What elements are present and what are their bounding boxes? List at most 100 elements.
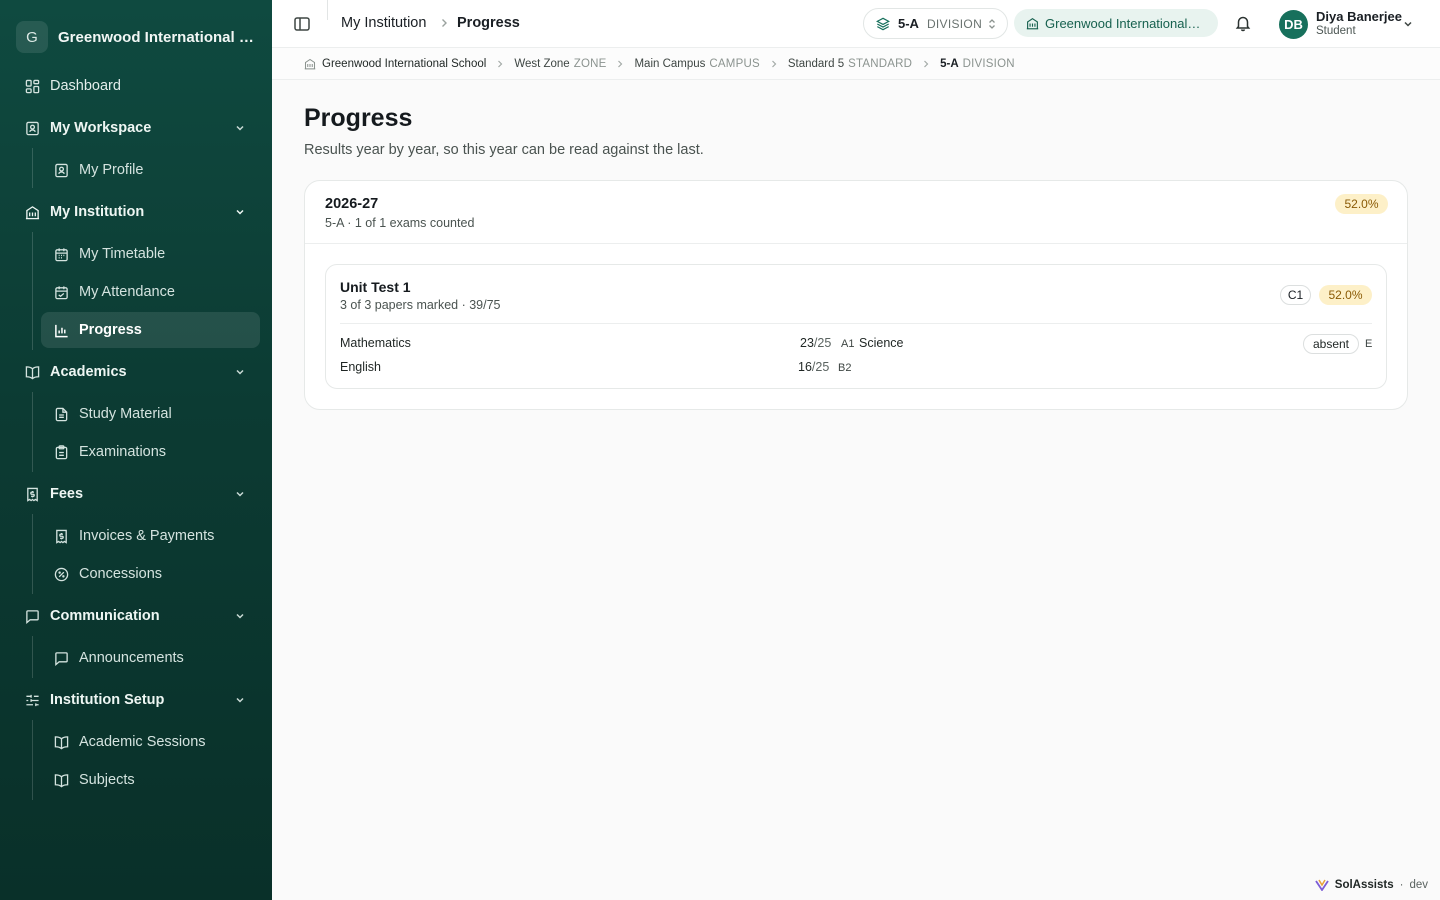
chevron-right-icon bbox=[924, 60, 929, 67]
id-badge-icon bbox=[24, 120, 40, 136]
sidebar-item-invoices-payments[interactable]: Invoices & Payments bbox=[41, 518, 260, 554]
building-icon bbox=[1026, 17, 1039, 29]
subject-grade: A1 bbox=[841, 338, 855, 350]
sidebar-item-label: Study Material bbox=[79, 406, 172, 422]
id-badge-icon bbox=[53, 162, 69, 178]
sidebar-item-my-timetable[interactable]: My Timetable bbox=[41, 236, 260, 272]
sidebar-item-label: Announcements bbox=[79, 650, 184, 666]
context-campus-value: Main Campus bbox=[634, 57, 706, 70]
card-divider bbox=[305, 243, 1407, 244]
chevron-right-icon bbox=[442, 19, 447, 27]
user-role: Student bbox=[1316, 25, 1356, 37]
subject-score: 16/25 bbox=[798, 360, 829, 374]
footer: SolAssists · dev bbox=[1315, 879, 1428, 891]
subject-grade: B2 bbox=[838, 362, 852, 374]
sidebar-item-examinations[interactable]: Examinations bbox=[41, 434, 260, 470]
page-title: Progress bbox=[304, 104, 413, 132]
sidebar-item-label: Concessions bbox=[79, 566, 163, 582]
division-kind: DIVISION bbox=[926, 16, 983, 31]
sidebar-group-fees[interactable]: Fees bbox=[12, 476, 260, 512]
sidebar-item-label: Subjects bbox=[79, 772, 135, 788]
sidebar-item-label: Invoices & Payments bbox=[79, 528, 215, 544]
exam-card: Unit Test 1 3 of 3 papers marked · 39/75… bbox=[325, 264, 1387, 389]
bell-icon[interactable] bbox=[1234, 14, 1252, 32]
year-meta: 5-A · 1 of 1 exams counted bbox=[325, 216, 475, 230]
context-zone-value: West Zone bbox=[514, 57, 570, 70]
sidebar-toggle-icon[interactable] bbox=[292, 14, 312, 34]
score-value: 16 bbox=[798, 360, 812, 374]
chevron-down-icon bbox=[236, 491, 244, 497]
exam-divider bbox=[340, 323, 1372, 324]
layers-icon bbox=[876, 17, 890, 30]
exam-name: Unit Test 1 bbox=[340, 279, 411, 295]
institution-logo: G bbox=[16, 21, 48, 53]
sidebar-group-institution-setup[interactable]: Institution Setup bbox=[12, 682, 260, 718]
context-school-label: Greenwood International School bbox=[322, 57, 487, 70]
school-pill-label: Greenwood International S... bbox=[1045, 15, 1203, 31]
context-school[interactable]: Greenwood International School bbox=[304, 58, 486, 70]
context-standard[interactable]: Standard 5 STANDARD bbox=[788, 58, 912, 70]
sidebar-group-my-workspace[interactable]: My Workspace bbox=[12, 110, 260, 146]
chevron-right-icon bbox=[498, 60, 503, 67]
calendar-check-icon bbox=[53, 284, 69, 300]
sidebar-item-concessions[interactable]: Concessions bbox=[41, 556, 260, 592]
chevron-right-icon bbox=[771, 60, 777, 67]
sidebar-group-label: My Institution bbox=[50, 204, 145, 220]
sidebar-item-my-profile[interactable]: My Profile bbox=[41, 152, 260, 188]
sidebar-item-subjects[interactable]: Subjects bbox=[41, 762, 260, 798]
sidebar-item-academic-sessions[interactable]: Academic Sessions bbox=[41, 724, 260, 760]
score-total: /25 bbox=[813, 336, 832, 350]
sidebar-tree-line bbox=[32, 148, 33, 188]
sidebar-tree-line bbox=[32, 636, 33, 678]
breadcrumb-current: Progress bbox=[457, 15, 520, 31]
absent-badge: absent bbox=[1303, 334, 1359, 354]
subject-name: Mathematics bbox=[340, 336, 411, 350]
sidebar-group-academics[interactable]: Academics bbox=[12, 354, 260, 390]
subject-name: Science bbox=[859, 336, 904, 350]
bar-chart-icon bbox=[53, 322, 69, 338]
sidebar-item-label: Dashboard bbox=[50, 78, 121, 94]
book-open-icon bbox=[53, 772, 69, 788]
sidebar-item-announcements[interactable]: Announcements bbox=[41, 640, 260, 676]
division-switcher[interactable]: 5-A DIVISION bbox=[863, 8, 1008, 39]
receipt-icon bbox=[24, 486, 40, 502]
avatar[interactable]: DB bbox=[1279, 10, 1308, 39]
sidebar-tree-line bbox=[32, 720, 33, 800]
sliders-icon bbox=[24, 692, 40, 708]
sidebar-item-label: Progress bbox=[79, 322, 142, 338]
sidebar-group-communication[interactable]: Communication bbox=[12, 598, 260, 634]
subject-name: English bbox=[340, 360, 381, 374]
context-campus[interactable]: Main Campus CAMPUS bbox=[634, 58, 759, 70]
context-zone[interactable]: West Zone ZONE bbox=[514, 58, 606, 70]
sidebar-item-study-material[interactable]: Study Material bbox=[41, 396, 260, 432]
message-square-icon bbox=[24, 608, 40, 624]
user-name[interactable]: Diya Banerjee bbox=[1316, 9, 1402, 24]
school-switcher[interactable]: Greenwood International S... bbox=[1014, 9, 1218, 37]
file-text-icon bbox=[53, 406, 69, 422]
chevron-down-icon bbox=[236, 369, 244, 375]
exam-grade-badge: C1 bbox=[1280, 285, 1311, 305]
chevron-down-icon bbox=[236, 697, 244, 703]
sidebar-group-label: Communication bbox=[50, 608, 160, 624]
sidebar-group-label: Fees bbox=[50, 486, 84, 502]
book-open-icon bbox=[24, 364, 40, 380]
building-icon bbox=[304, 58, 316, 69]
clipboard-icon bbox=[53, 444, 69, 460]
footer-env: dev bbox=[1409, 879, 1428, 891]
exam-meta: 3 of 3 papers marked · 39/75 bbox=[340, 298, 501, 312]
sidebar-group-my-institution[interactable]: My Institution bbox=[12, 194, 260, 230]
message-square-icon bbox=[53, 650, 69, 666]
breadcrumb-parent[interactable]: My Institution bbox=[341, 15, 426, 31]
chevron-down-icon[interactable] bbox=[1402, 18, 1414, 30]
sidebar-item-progress[interactable]: Progress bbox=[41, 312, 260, 348]
sidebar-tree-line bbox=[32, 392, 33, 472]
sidebar-header[interactable]: G Greenwood International Sc... bbox=[0, 0, 272, 74]
sidebar-item-my-attendance[interactable]: My Attendance bbox=[41, 274, 260, 310]
subject-score: 23/25 bbox=[800, 336, 831, 350]
context-breadcrumb: Greenwood International School West Zone… bbox=[272, 48, 1440, 80]
score-value: 23 bbox=[800, 336, 814, 350]
subject-grade: E bbox=[1365, 338, 1373, 350]
division-code: 5-A bbox=[898, 16, 919, 31]
context-zone-kind: ZONE bbox=[573, 57, 607, 70]
sidebar-item-dashboard[interactable]: Dashboard bbox=[12, 68, 260, 104]
